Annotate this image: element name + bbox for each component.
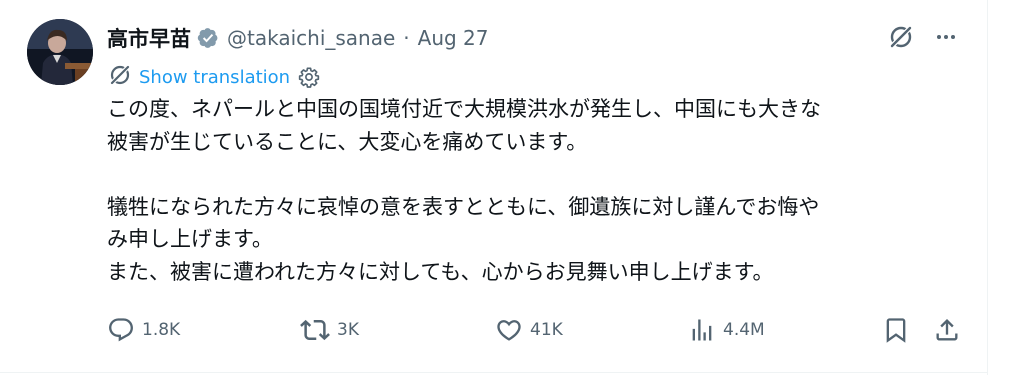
- views-count: 4.4M: [723, 320, 765, 340]
- verified-badge-icon[interactable]: [197, 27, 219, 49]
- reply-button[interactable]: 1.8K: [107, 312, 180, 348]
- views-button[interactable]: 4.4M: [688, 312, 765, 348]
- settings-gear-icon[interactable]: [298, 66, 320, 88]
- author-handle[interactable]: @takaichi_sanae: [227, 26, 395, 50]
- grok-icon[interactable]: [886, 22, 916, 52]
- separator-dot: ·: [403, 26, 410, 50]
- like-count: 41K: [530, 320, 563, 340]
- bookmark-button[interactable]: [882, 312, 910, 348]
- grok-translate-icon: [108, 63, 132, 91]
- post-text-line: この度、ネパールと中国の国境付近で大規模洪水が発生し、中国にも大きな: [107, 97, 821, 121]
- post-text-line: 被害が生じていることに、大変心を痛めています。: [107, 129, 588, 154]
- post-text-line: また、被害に遭われた方々に対しても、心からお見舞い申し上げます。: [107, 259, 774, 284]
- reply-icon: [107, 316, 135, 344]
- reply-count: 1.8K: [142, 320, 181, 340]
- repost-count: 3K: [337, 320, 359, 340]
- post-header: 高市早苗 @takaichi_sanae · Aug 27: [107, 20, 489, 56]
- like-button[interactable]: 41K: [495, 312, 563, 348]
- repost-button[interactable]: 3K: [300, 312, 359, 348]
- author-name[interactable]: 高市早苗: [107, 23, 191, 53]
- show-translation-link[interactable]: Show translation: [139, 67, 290, 88]
- like-icon: [495, 316, 523, 344]
- avatar-photo: [27, 19, 93, 85]
- post-date[interactable]: Aug 27: [418, 26, 489, 50]
- views-icon: [688, 316, 716, 344]
- post-text-line: 犠牲になられた方々に哀悼の意を表すとともに、御遺族に対し謹んでお悔や: [107, 194, 820, 219]
- share-button[interactable]: [933, 312, 961, 348]
- avatar[interactable]: [27, 19, 93, 85]
- translation-row: Show translation: [108, 63, 320, 91]
- post-text: この度、ネパールと中国の国境付近で大規模洪水が発生し、中国にも大きな 被害が生じ…: [107, 93, 977, 288]
- post-text-line: み申し上げます。: [107, 227, 273, 251]
- more-icon[interactable]: [931, 22, 961, 52]
- repost-icon: [300, 315, 330, 345]
- post-divider: [0, 372, 988, 373]
- action-bar: 1.8K 3K 41K 4.4M: [0, 312, 988, 348]
- share-icon: [933, 316, 961, 344]
- bookmark-icon: [882, 316, 910, 344]
